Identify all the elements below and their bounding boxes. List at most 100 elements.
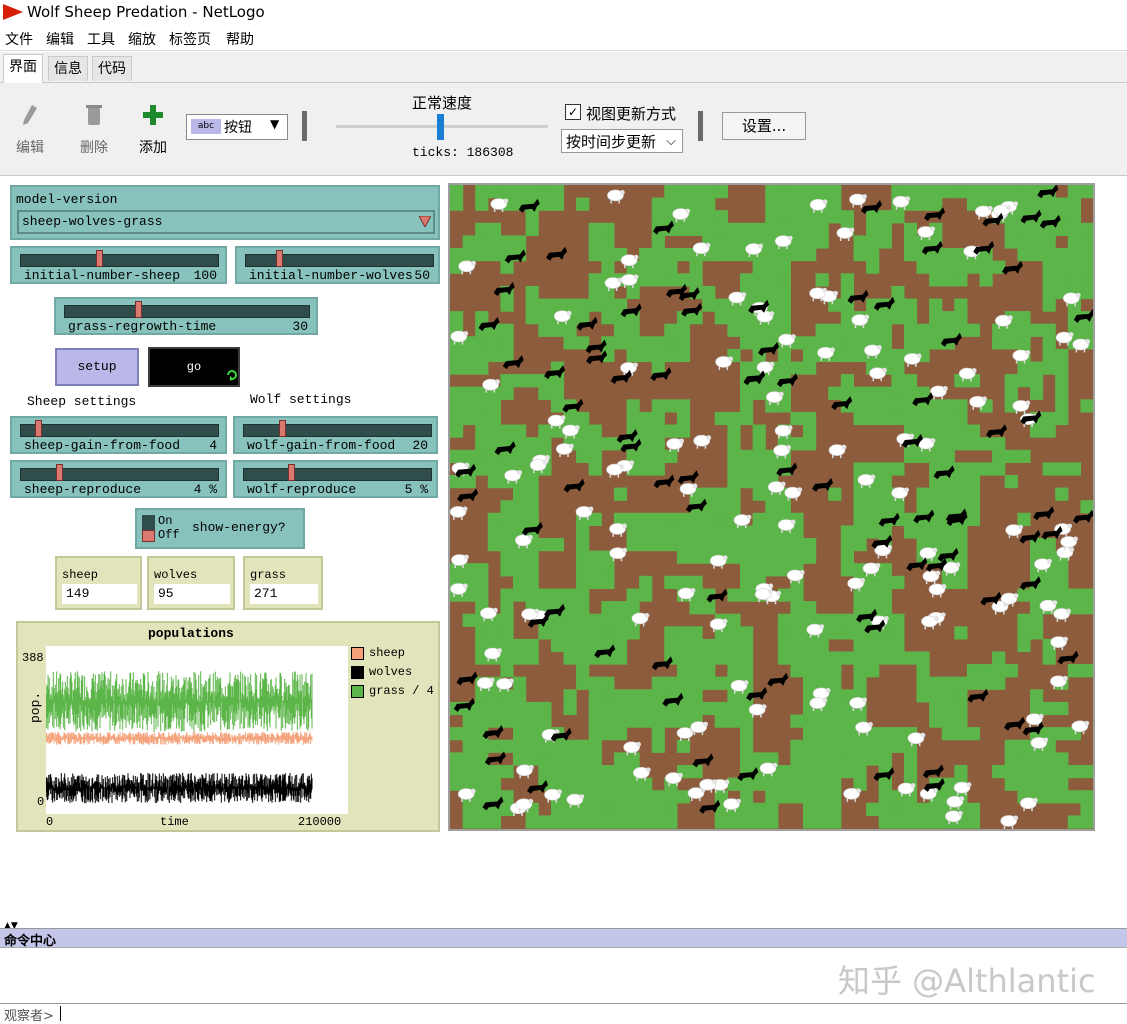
slider-track[interactable] <box>20 424 219 437</box>
x-axis-label: time <box>160 815 189 829</box>
slider-initial-number-sheep[interactable]: initial-number-sheep 100 <box>10 246 227 284</box>
wolf-settings-label: Wolf settings <box>250 392 352 407</box>
menu-file[interactable]: 文件 <box>5 29 33 49</box>
slider-track[interactable] <box>245 254 434 267</box>
ticks-value: 186308 <box>466 145 514 160</box>
slider-thumb[interactable] <box>288 464 295 481</box>
slider-name: sheep-gain-from-food <box>24 438 181 453</box>
chevron-down-icon: ⌵ <box>666 134 676 149</box>
x-tick-min: 0 <box>46 815 54 829</box>
chooser-triangle-icon <box>419 216 431 227</box>
legend-label: sheep <box>369 646 406 660</box>
update-mode-value: 按时间步更新 <box>566 133 657 151</box>
slider-track[interactable] <box>20 468 219 481</box>
menu-zoom[interactable]: 缩放 <box>128 29 156 49</box>
legend-swatch <box>351 647 364 660</box>
slider-thumb[interactable] <box>56 464 64 481</box>
text-cursor <box>60 1006 61 1021</box>
slider-thumb[interactable] <box>279 420 286 437</box>
switch-toggle[interactable] <box>142 530 155 542</box>
observer-prompt[interactable]: 观察者> <box>4 1005 54 1024</box>
view-updates-label: 视图更新方式 <box>586 105 677 123</box>
slider-value: 100 <box>193 268 217 283</box>
slider-wolf-reproduce[interactable]: wolf-reproduce 5 % <box>233 460 438 498</box>
slider-track[interactable] <box>243 468 432 481</box>
tab-code[interactable]: 代码 <box>92 56 132 81</box>
legend-label: wolves <box>369 665 413 679</box>
settings-button[interactable]: 设置... <box>722 112 806 140</box>
switch-on-label: On <box>158 514 173 528</box>
go-label: go <box>186 360 202 374</box>
legend-swatch <box>351 685 364 698</box>
slider-track[interactable] <box>20 254 219 267</box>
monitor-name: wolves <box>154 568 198 582</box>
legend-label: grass / 4 <box>369 684 434 698</box>
monitor-name: sheep <box>62 568 99 582</box>
command-center-header: 命令中心 <box>0 928 1127 949</box>
plot-title: populations <box>148 626 234 641</box>
title-bar: Wolf Sheep Predation - NetLogo <box>0 0 1127 26</box>
slider-name: initial-number-wolves <box>249 268 413 283</box>
slider-grass-regrowth-time[interactable]: grass-regrowth-time 30 <box>54 297 318 335</box>
widget-type-select[interactable]: abc 按钮 ▼ <box>186 114 288 140</box>
view-updates-checkbox[interactable]: ✓ <box>565 104 581 120</box>
legend-swatch <box>351 666 364 679</box>
plot-area <box>46 646 348 814</box>
slider-value: 20 <box>412 438 428 453</box>
slider-track[interactable] <box>64 305 310 318</box>
tab-interface[interactable]: 界面 <box>3 54 43 83</box>
slider-wolf-gain-from-food[interactable]: wolf-gain-from-food 20 <box>233 416 438 454</box>
slider-name: wolf-gain-from-food <box>247 438 396 453</box>
monitor-value: 95 <box>154 584 230 604</box>
world-canvas[interactable] <box>449 184 1095 829</box>
slider-thumb[interactable] <box>275 250 283 267</box>
switch-name: show-energy? <box>192 520 286 535</box>
delete-button[interactable]: 删除 <box>72 93 116 156</box>
slider-initial-number-wolves[interactable]: initial-number-wolves 50 <box>235 246 440 284</box>
button-widget-icon: abc <box>191 119 221 134</box>
command-input-row[interactable]: 观察者> <box>0 1003 1127 1024</box>
edit-label: 编辑 <box>16 140 44 156</box>
monitor-wolves: wolves 95 <box>147 556 235 610</box>
monitor-value: 149 <box>62 584 137 604</box>
widget-type-value: 按钮 <box>224 120 252 136</box>
switch-off-label: Off <box>158 528 180 542</box>
tab-info[interactable]: 信息 <box>48 56 88 81</box>
watermark: 知乎 @Althlantic <box>838 962 1096 1000</box>
slider-value: 4 % <box>193 482 217 497</box>
pencil-icon <box>23 105 37 125</box>
edit-button[interactable]: 编辑 <box>10 93 50 156</box>
model-version-value-box[interactable]: sheep-wolves-grass <box>17 210 435 234</box>
slider-sheep-gain-from-food[interactable]: sheep-gain-from-food 4 <box>10 416 227 454</box>
add-button[interactable]: 添加 <box>132 93 174 156</box>
slider-value: 4 <box>209 438 217 453</box>
forever-loop-icon <box>227 370 237 381</box>
sheep-settings-label: Sheep settings <box>27 394 137 409</box>
slider-value: 50 <box>414 268 430 283</box>
slider-thumb[interactable] <box>135 301 143 318</box>
y-tick-min: 0 <box>37 795 45 809</box>
menu-edit[interactable]: 编辑 <box>46 29 74 49</box>
y-tick-max: 388 <box>22 651 44 665</box>
x-tick-max: 210000 <box>298 815 342 829</box>
monitor-sheep: sheep 149 <box>55 556 142 610</box>
speed-slider-thumb[interactable] <box>436 114 444 140</box>
menu-tabs[interactable]: 标签页 <box>169 29 211 49</box>
update-mode-select[interactable]: 按时间步更新 ⌵ <box>561 129 683 153</box>
world-view[interactable] <box>448 183 1095 831</box>
chooser-value: sheep-wolves-grass <box>22 214 163 229</box>
go-button[interactable]: go <box>148 347 240 387</box>
ticks-label: ticks: <box>412 145 459 160</box>
monitor-grass: grass 271 <box>243 556 323 610</box>
add-label: 添加 <box>139 140 167 156</box>
slider-track[interactable] <box>243 424 432 437</box>
slider-thumb[interactable] <box>35 420 43 437</box>
setup-button[interactable]: setup <box>55 348 139 386</box>
slider-sheep-reproduce[interactable]: sheep-reproduce 4 % <box>10 460 227 498</box>
slider-thumb[interactable] <box>96 250 103 267</box>
y-axis-label: pop. <box>28 691 43 723</box>
delete-label: 删除 <box>80 140 108 156</box>
menu-help[interactable]: 帮助 <box>226 29 254 49</box>
menu-tools[interactable]: 工具 <box>87 29 115 49</box>
show-energy-switch[interactable]: On Off show-energy? <box>135 508 305 549</box>
